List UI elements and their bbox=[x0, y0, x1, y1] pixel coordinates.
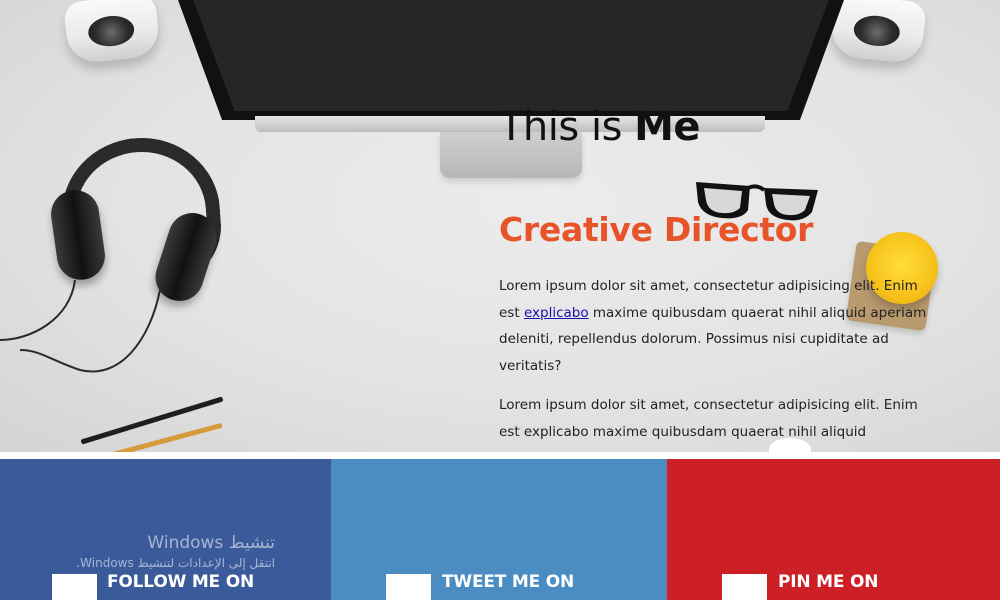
pencil-black bbox=[80, 396, 224, 445]
pinterest-follow-label: PIN ME ON bbox=[778, 572, 879, 592]
twitter-icon bbox=[386, 574, 431, 600]
windows-activation-watermark: تنشيط Windows انتقل إلى الإعدادات لتنشيط… bbox=[0, 533, 275, 573]
pinterest-icon bbox=[722, 574, 767, 600]
pinterest-follow-tile[interactable]: PIN ME ON bbox=[667, 459, 1000, 600]
hero-section: This is Me Creative Director Lorem ipsum… bbox=[0, 0, 1000, 452]
monitor-screen bbox=[182, 0, 840, 111]
speaker-right-image bbox=[829, 0, 927, 65]
hero-headline: This is Me bbox=[499, 104, 701, 150]
facebook-follow-tile[interactable]: FOLLOW ME ON bbox=[0, 459, 331, 600]
headline-prefix: This is bbox=[499, 104, 635, 150]
facebook-icon bbox=[52, 574, 97, 600]
activation-line-1: تنشيط Windows bbox=[147, 533, 275, 553]
activation-line-2: انتقل إلى الإعدادات لتنشيط Windows. bbox=[76, 556, 275, 570]
twitter-follow-label: TWEET ME ON bbox=[442, 572, 575, 592]
headline-bold: Me bbox=[634, 104, 701, 150]
twitter-follow-tile[interactable]: TWEET ME ON bbox=[331, 459, 667, 600]
intro-paragraph-2: Lorem ipsum dolor sit amet, consectetur … bbox=[499, 397, 918, 440]
speaker-left-image bbox=[63, 0, 161, 65]
intro-paragraph-1: Lorem ipsum dolor sit amet, consectetur … bbox=[499, 273, 929, 379]
explicabo-link[interactable]: explicabo bbox=[524, 305, 589, 321]
section-divider bbox=[0, 452, 1000, 459]
headphone-cable bbox=[0, 280, 161, 373]
facebook-follow-label: FOLLOW ME ON bbox=[107, 572, 254, 592]
role-title: Creative Director bbox=[499, 210, 814, 249]
